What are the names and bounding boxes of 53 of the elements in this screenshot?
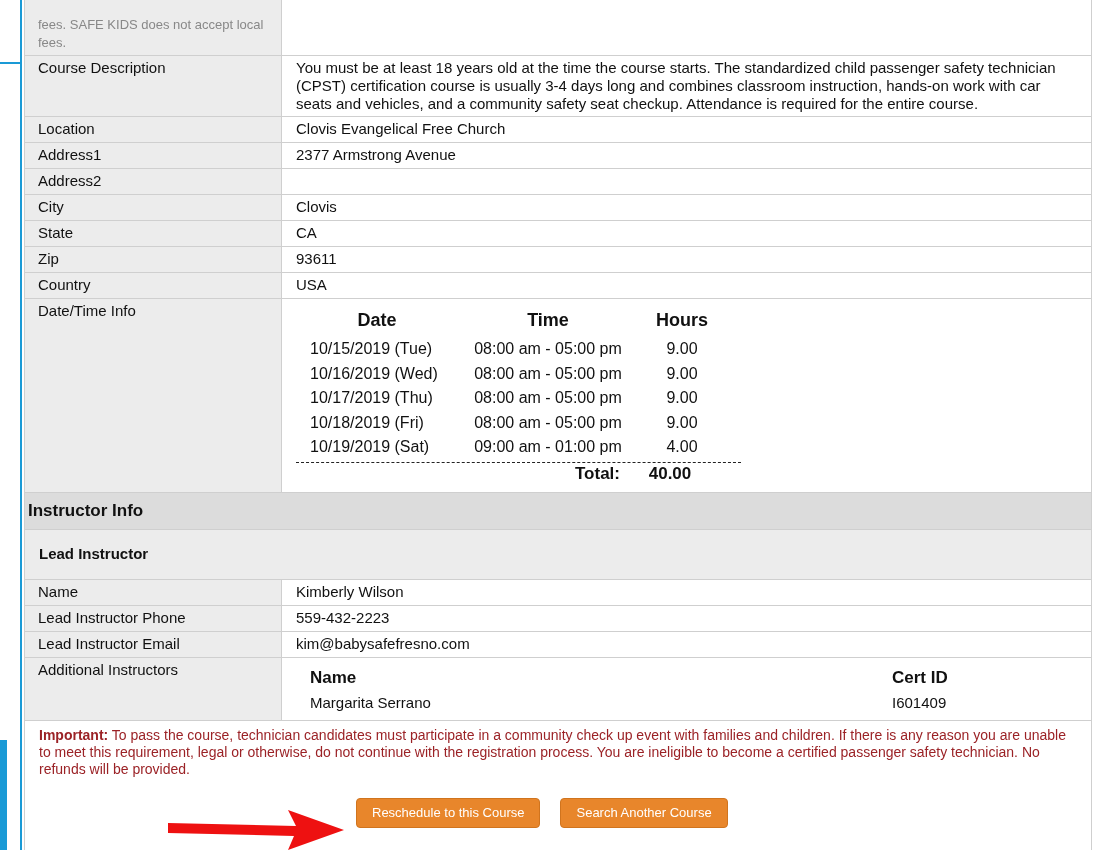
total-label: Total: [574,465,621,483]
field-value: CA [296,224,317,241]
column-header: Date [356,309,398,331]
field-label: Country [38,276,91,293]
field-label: Address2 [38,172,102,189]
time-cell-text: 08:00 am - 05:00 pm [473,364,623,383]
time-cell-text: 08:00 am - 05:00 pm [473,340,623,359]
fees-note: fees. SAFE KIDS does not accept local fees. [38,16,265,52]
cert-id: I601409 [892,693,947,712]
field-value: Clovis Evangelical Free Church [296,120,506,137]
section-heading: Instructor Info [28,501,144,520]
hours-cell-text: 9.00 [665,389,699,408]
hours-cell-text: 9.00 [665,413,699,432]
course-description: You must be at least 18 years old at the time the course starts. The standardized child passenger safety technician (CPST) certification course is usually 3-4 days long and combines classroom instruction, hands-on work with car seats and vehicles, and a community safety seat checkup. Attendance is required for the entire course. [296,59,1056,112]
time-cell-text: 09:00 am - 01:00 pm [473,438,623,457]
field-value: 559-432-2223 [296,608,390,626]
time-cell-text: 08:00 am - 05:00 pm [473,389,623,408]
date-cell-text: 10/16/2019 (Wed) [309,364,439,383]
action-button[interactable]: Reschedule to this Course [356,797,541,828]
date-cell-text: 10/15/2019 (Tue) [309,340,434,359]
field-value: Kimberly Wilson [296,582,404,600]
field-value: kim@babysafefresno.com [296,634,470,652]
field-label: Location [38,120,95,137]
field-label: Date/Time Info [38,302,136,319]
field-label: Zip [38,250,59,267]
column-header: Name [309,668,358,687]
field-label: State [38,224,74,241]
hours-cell-text: 9.00 [665,340,699,359]
field-value: 93611 [296,250,337,267]
field-label: Additional Instructors [38,660,179,678]
field-value: Clovis [296,198,337,215]
hours-cell-text: 9.00 [665,364,699,383]
field-label: Name [38,582,78,600]
action-button[interactable]: Search Another Course [560,797,728,828]
field-label: City [38,198,64,215]
important-notice: Important: To pass the course, technician candidates must participate in a community check up event with families and children. If there is any reason you are unable to meet this requirement, legal or otherwise, do not continue with the registration process. You are ineligible to become a certified passenger safety technician. No refunds will be provided. [39,726,1066,777]
total-value: 40.00 [647,465,693,483]
field-label: Address1 [38,146,102,163]
column-header: Hours [655,309,709,331]
date-cell-text: 10/18/2019 (Fri) [309,413,425,432]
hours-cell-text: 4.00 [665,438,699,457]
field-value: USA [296,276,327,293]
time-cell-text: 08:00 am - 05:00 pm [473,413,623,432]
field-label: Course Description [38,59,166,76]
field-value: 2377 Armstrong Avenue [296,146,456,163]
column-header: Time [526,309,570,331]
instructor-name: Margarita Serrano [309,693,432,712]
field-label: Lead Instructor Phone [38,608,186,626]
column-header: Cert ID [892,668,948,687]
date-cell-text: 10/19/2019 (Sat) [309,438,431,457]
field-label: Lead Instructor Email [38,634,180,652]
date-cell-text: 10/17/2019 (Thu) [309,389,434,408]
subsection-heading: Lead Instructor [39,545,149,563]
